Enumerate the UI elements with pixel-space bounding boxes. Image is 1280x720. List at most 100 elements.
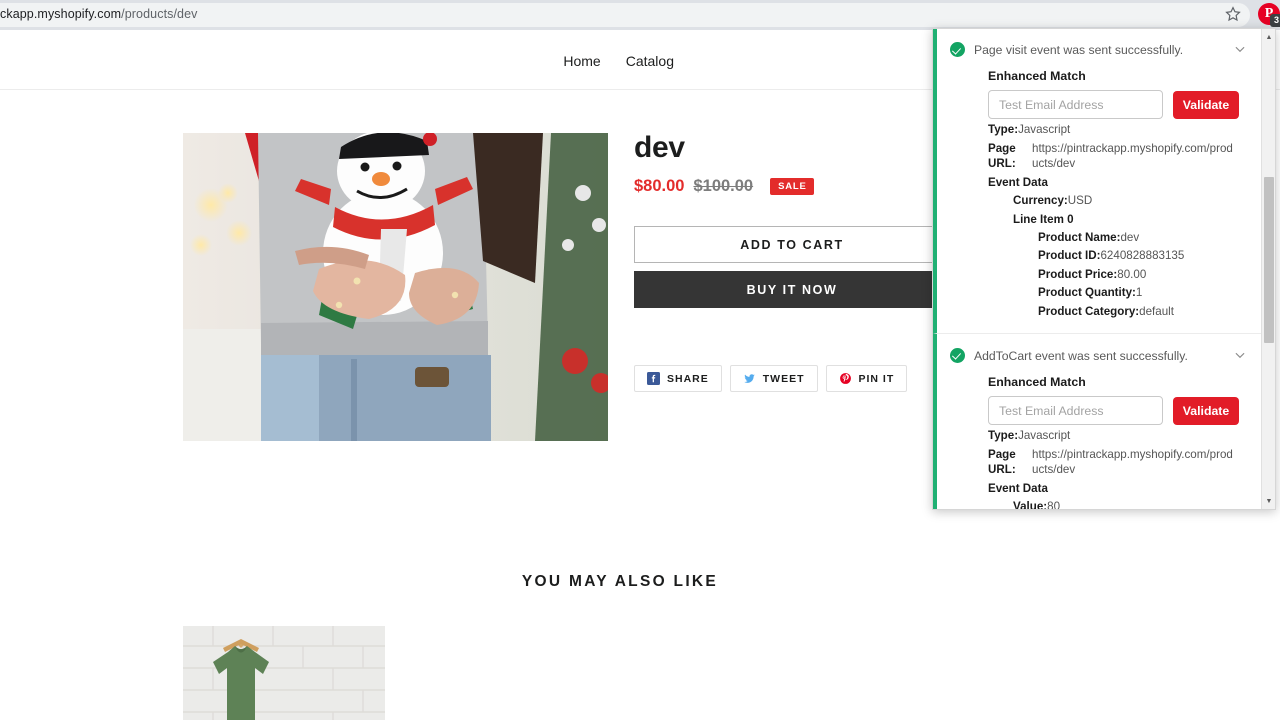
field-key: Product Quantity:	[1038, 286, 1136, 300]
product-image[interactable]	[183, 133, 608, 441]
extension-popup-panel: Page visit event was sent successfully. …	[932, 28, 1276, 510]
event-type-value: Javascript	[1018, 429, 1071, 443]
add-to-cart-button[interactable]: ADD TO CART	[634, 226, 950, 263]
recommendation-card[interactable]: Example T-Shirt	[183, 626, 385, 720]
field-key: Currency:	[1013, 194, 1068, 208]
event-field: Line Item 0	[988, 212, 1239, 227]
field-key: Product Price:	[1038, 267, 1118, 281]
enhanced-match-row: Validate	[988, 396, 1239, 426]
field-value: dev	[1120, 230, 1140, 244]
pinterest-icon	[839, 373, 851, 384]
validate-button[interactable]: Validate	[1173, 396, 1239, 425]
extension-button[interactable]: P 3	[1258, 2, 1280, 28]
event-field: Product Price:80.00	[988, 267, 1239, 282]
event-page-url-value: https://pintrackapp.myshopify.com/produc…	[1032, 447, 1233, 477]
enhanced-match-label: Enhanced Match	[988, 375, 1086, 390]
field-key: Product Category:	[1038, 304, 1140, 318]
event-page-url-key: Page URL:	[988, 141, 1026, 172]
share-twitter-button[interactable]: TWEET	[729, 365, 818, 392]
field-key: Value:	[1013, 500, 1048, 509]
enhanced-match-row: Validate	[988, 90, 1239, 120]
event-message: AddToCart event was sent successfully.	[974, 348, 1188, 363]
event-card: AddToCart event was sent successfully. E…	[933, 333, 1261, 509]
chevron-down-icon[interactable]	[1233, 348, 1247, 362]
star-icon[interactable]	[1224, 5, 1244, 25]
event-data-label: Event Data	[988, 175, 1048, 189]
recommendations-heading: YOU MAY ALSO LIKE	[521, 573, 719, 590]
field-value: 6240828883135	[1100, 249, 1185, 263]
twitter-icon	[743, 374, 755, 383]
field-value: default	[1139, 304, 1174, 318]
success-check-icon	[950, 42, 965, 57]
success-check-icon	[950, 347, 965, 363]
event-type: Type:Javascript	[988, 428, 1239, 443]
event-body: Enhanced Match Validate Type:Javascript …	[941, 69, 1247, 318]
url-host: .myshopify.com	[33, 7, 122, 21]
url-prefix: ckapp	[0, 7, 34, 21]
url-path: /products/dev	[121, 7, 198, 21]
share-facebook-label: SHARE	[667, 372, 709, 385]
field-value: 80.00	[1117, 267, 1147, 281]
field-key: Product Name:	[1038, 230, 1121, 244]
event-field: Currency:USD	[988, 193, 1239, 208]
event-field: Product Category:default	[988, 304, 1239, 319]
field-key: Line Item 0	[1013, 212, 1074, 226]
panel-scrollbar[interactable]: ▲ ▼	[1261, 29, 1275, 509]
event-type: Type:Javascript	[988, 122, 1239, 137]
event-body: Enhanced Match Validate Type:Javascript …	[941, 375, 1247, 509]
event-field: Product Quantity:1	[988, 285, 1239, 300]
nav-item-home[interactable]: Home	[563, 53, 600, 69]
product-details: dev $80.00 $100.00 SALE ADD TO CART BUY …	[634, 133, 950, 392]
event-type-key: Type:	[988, 429, 1019, 443]
test-email-input[interactable]	[988, 90, 1163, 120]
event-field: Product ID:6240828883135	[988, 248, 1239, 263]
screen: ckapp.myshopify.com/products/dev P 3 APP…	[0, 0, 1280, 720]
event-page-url-key: Page URL:	[988, 447, 1026, 478]
field-value: 80	[1047, 500, 1061, 509]
facebook-icon	[647, 372, 660, 385]
event-type-key: Type:	[988, 123, 1019, 137]
event-header: AddToCart event was sent successfully.	[941, 347, 1247, 364]
scroll-up-arrow-icon[interactable]: ▲	[1262, 30, 1275, 44]
event-message: Page visit event was sent successfully.	[974, 43, 1184, 57]
event-header: Page visit event was sent successfully.	[941, 41, 1247, 58]
price-row: $80.00 $100.00 SALE	[634, 177, 950, 196]
page-url-key-line1: Page	[988, 141, 1016, 155]
event-field: Value:80	[988, 499, 1239, 509]
sale-badge: SALE	[770, 178, 814, 195]
share-pinterest-button[interactable]: PIN IT	[825, 365, 908, 392]
page-url-key-line2: URL:	[988, 157, 1016, 171]
scrollbar-thumb[interactable]	[1264, 177, 1274, 343]
field-value: USD	[1067, 194, 1093, 208]
event-page-url: Page URL: https://pintrackapp.myshopify.…	[988, 447, 1239, 478]
product-title: dev	[634, 131, 685, 164]
event-type-value: Javascript	[1018, 123, 1071, 137]
share-pinterest-label: PIN IT	[858, 372, 895, 385]
share-twitter-label: TWEET	[762, 372, 805, 385]
validate-button[interactable]: Validate	[1173, 90, 1239, 119]
social-share-row: SHARE TWEET PIN IT	[634, 365, 950, 392]
enhanced-match-label: Enhanced Match	[988, 69, 1086, 84]
scroll-down-arrow-icon[interactable]: ▼	[1262, 494, 1275, 508]
event-page-url-value: https://pintrackapp.myshopify.com/produc…	[1032, 141, 1233, 171]
event-page-url: Page URL: https://pintrackapp.myshopify.…	[988, 141, 1239, 172]
sale-price: $80.00	[634, 177, 685, 195]
main-nav: Home Catalog	[563, 53, 674, 69]
extension-badge-count: 3	[1270, 14, 1280, 27]
page-url-key-line2: URL:	[988, 463, 1016, 477]
test-email-input[interactable]	[988, 396, 1163, 426]
address-bar-url: ckapp.myshopify.com/products/dev	[0, 7, 198, 23]
event-data-label: Event Data	[988, 481, 1048, 495]
page-url-key-line1: Page	[988, 447, 1016, 461]
compare-price: $100.00	[693, 177, 754, 195]
event-field: Product Name:dev	[988, 230, 1239, 245]
buy-it-now-button[interactable]: BUY IT NOW	[634, 271, 950, 308]
field-value: 1	[1135, 286, 1143, 300]
panel-scroll-area: Page visit event was sent successfully. …	[933, 29, 1261, 509]
field-key: Product ID:	[1038, 249, 1101, 263]
nav-item-catalog[interactable]: Catalog	[626, 53, 674, 69]
recommendation-image[interactable]	[183, 626, 385, 720]
chevron-down-icon[interactable]	[1233, 42, 1247, 56]
share-facebook-button[interactable]: SHARE	[634, 365, 722, 392]
browser-toolbar: ckapp.myshopify.com/products/dev P 3	[0, 0, 1280, 30]
